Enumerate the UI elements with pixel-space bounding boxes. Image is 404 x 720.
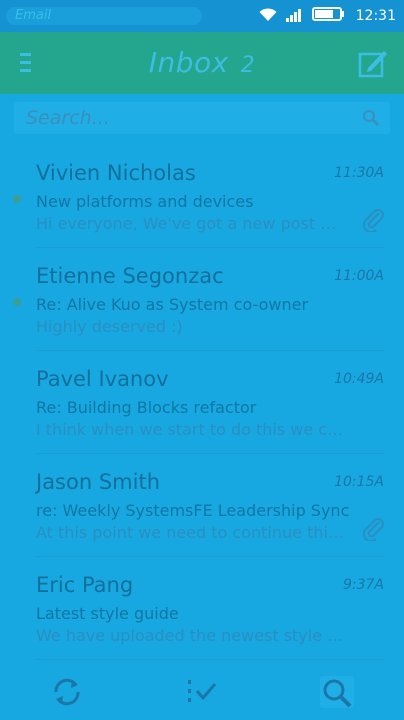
message-sender: Pavel Ivanov	[36, 367, 169, 391]
divider	[36, 659, 384, 660]
battery-icon	[311, 6, 346, 26]
message-time: 10:49A	[334, 371, 384, 387]
message-time: 9:37A	[342, 577, 384, 593]
message-time: 11:30A	[334, 165, 384, 181]
message-list: Vivien Nicholas 11:30A New platforms and…	[0, 145, 404, 660]
message-preview: At this point we need to continue this..…	[36, 523, 346, 542]
refresh-icon[interactable]	[50, 676, 84, 708]
signal-icon	[285, 7, 304, 26]
message-preview: I think when we start to do this we can …	[36, 420, 346, 439]
status-time: 12:31	[355, 8, 396, 24]
compose-icon[interactable]	[356, 46, 390, 80]
message-sender: Eric Pang	[36, 573, 134, 597]
message-preview: Highly deserved :)	[36, 317, 183, 336]
unread-dot	[13, 195, 21, 203]
status-bar: Email 12:31	[0, 0, 404, 32]
message-subject: Latest style guide	[36, 604, 179, 623]
status-icons: 12:31	[258, 6, 396, 26]
page-title: Inbox 2	[0, 46, 404, 79]
message-sender: Etienne Segonzac	[36, 264, 224, 288]
search-icon[interactable]	[362, 109, 380, 127]
list-item[interactable]: Eric Pang 9:37A Latest style guide We ha…	[0, 557, 404, 660]
message-time: 11:00A	[334, 268, 384, 284]
list-item[interactable]: Etienne Segonzac 11:00A Re: Alive Kuo as…	[0, 248, 404, 351]
status-app-name: Email	[15, 8, 52, 23]
message-preview: We have uploaded the newest style guide.…	[36, 626, 346, 645]
paperclip-icon	[360, 206, 386, 234]
unread-dot	[13, 298, 21, 306]
search-input[interactable]	[14, 102, 390, 134]
message-subject: Re: Alive Kuo as System co-owner	[36, 295, 309, 314]
message-preview: Hi everyone, We've got a new post up...	[36, 214, 346, 233]
list-item[interactable]: Vivien Nicholas 11:30A New platforms and…	[0, 145, 404, 248]
message-subject: Re: Building Blocks refactor	[36, 398, 257, 417]
message-subject: New platforms and devices	[36, 192, 254, 211]
search-bar	[14, 102, 390, 134]
edit-select-icon[interactable]	[185, 676, 219, 708]
unread-count: 2	[240, 53, 256, 78]
list-item[interactable]: Pavel Ivanov 10:49A Re: Building Blocks …	[0, 351, 404, 454]
paperclip-icon	[360, 515, 386, 543]
message-sender: Vivien Nicholas	[36, 161, 196, 185]
wifi-icon	[258, 6, 278, 26]
message-sender: Jason Smith	[36, 470, 161, 494]
message-subject: re: Weekly SystemsFE Leadership Sync	[36, 501, 350, 520]
inbox-title: Inbox	[148, 46, 229, 79]
app-header: Inbox 2	[0, 32, 404, 94]
search-icon[interactable]	[320, 676, 354, 708]
message-time: 10:15A	[334, 474, 384, 490]
bottom-toolbar	[0, 662, 404, 720]
list-item[interactable]: Jason Smith 10:15A re: Weekly SystemsFE …	[0, 454, 404, 557]
